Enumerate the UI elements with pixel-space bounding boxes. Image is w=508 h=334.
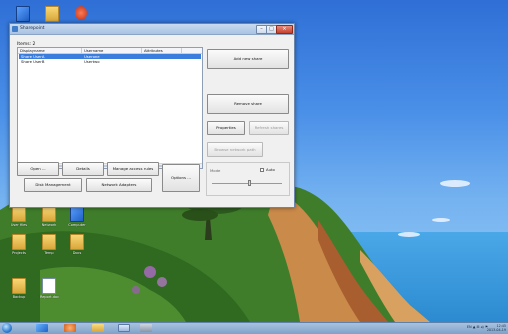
folder-icon bbox=[42, 206, 56, 222]
refresh-shares-button[interactable]: Refresh shares bbox=[249, 121, 289, 135]
column-header-attributes[interactable]: Attributes bbox=[142, 48, 182, 53]
clock[interactable]: 12:45 2013-04-19 bbox=[487, 324, 506, 332]
list-row[interactable]: Share UserB Usertwo bbox=[19, 59, 201, 64]
open-button[interactable]: Open ... bbox=[17, 162, 59, 176]
disk-management-button[interactable]: Disk Management bbox=[24, 178, 82, 192]
slider-track[interactable] bbox=[212, 183, 282, 184]
app-icon bbox=[12, 26, 18, 32]
desktop-icon[interactable] bbox=[72, 6, 90, 21]
slider-thumb[interactable] bbox=[248, 180, 251, 186]
manage-access-button[interactable]: Manage access rules bbox=[107, 162, 159, 176]
desktop-icon[interactable]: Docs bbox=[68, 234, 86, 255]
folder-icon bbox=[42, 234, 56, 250]
clock-date: 2013-04-19 bbox=[486, 328, 506, 332]
column-header-username[interactable]: Username bbox=[82, 48, 142, 53]
desktop-icon[interactable]: Backup bbox=[10, 278, 28, 299]
options-button[interactable]: Options ... bbox=[162, 164, 200, 192]
desktop-icon[interactable]: Computer bbox=[68, 206, 86, 227]
window-titlebar[interactable]: Sharepoint – □ × bbox=[10, 24, 294, 35]
auto-checkbox-label: Auto bbox=[266, 167, 275, 172]
folder-icon bbox=[12, 206, 26, 222]
row-displayname: Share UserB bbox=[21, 59, 45, 64]
desktop-icon[interactable]: Projects bbox=[10, 234, 28, 255]
start-button[interactable] bbox=[2, 323, 12, 333]
folder-icon bbox=[70, 234, 84, 250]
taskbar-app-explorer[interactable] bbox=[92, 324, 104, 332]
desktop-icon[interactable]: Report.doc bbox=[40, 278, 60, 299]
computer-icon bbox=[70, 206, 84, 222]
folder-icon bbox=[12, 278, 26, 294]
taskbar-app-sharepoint[interactable] bbox=[118, 324, 130, 332]
desktop-icon-label: User files bbox=[10, 223, 28, 227]
window-title: Sharepoint bbox=[20, 26, 45, 31]
add-share-button[interactable]: Add new share bbox=[207, 49, 289, 69]
details-button[interactable]: Details bbox=[62, 162, 104, 176]
desktop-icon-label: Network bbox=[41, 223, 57, 227]
desktop-icon-label: Docs bbox=[72, 251, 82, 255]
desktop-icon[interactable]: Temp bbox=[40, 234, 58, 255]
app-window: Sharepoint – □ × Items: 2 Displayname Us… bbox=[9, 23, 295, 208]
folder-icon bbox=[45, 6, 59, 22]
document-icon bbox=[42, 278, 56, 294]
desktop-icon[interactable] bbox=[14, 6, 32, 23]
desktop-icon-label: Temp bbox=[44, 251, 54, 255]
properties-button[interactable]: Properties bbox=[207, 121, 245, 135]
desktop-icon-label: Computer bbox=[68, 223, 86, 227]
auto-checkbox[interactable] bbox=[260, 168, 264, 172]
desktop-icon[interactable]: Network bbox=[40, 206, 58, 227]
window-client-area: Items: 2 Displayname Username Attributes… bbox=[10, 35, 294, 207]
desktop-icon-label: Backup bbox=[12, 295, 26, 299]
remove-share-button[interactable]: Remove share bbox=[207, 94, 289, 114]
network-adapters-button[interactable]: Network Adapters bbox=[86, 178, 152, 192]
app-icon bbox=[16, 6, 30, 22]
desktop-icon[interactable]: User files bbox=[10, 206, 28, 227]
share-list[interactable]: Displayname Username Attributes Share Us… bbox=[17, 47, 203, 169]
system-tray[interactable]: EN ▲ ⊞ ◂) ⚑ bbox=[467, 325, 488, 329]
taskbar-app-media[interactable] bbox=[64, 324, 76, 332]
column-header-displayname[interactable]: Displayname bbox=[18, 48, 82, 53]
browse-network-button[interactable]: Browse network path bbox=[207, 142, 263, 157]
row-username: Usertwo bbox=[84, 59, 100, 64]
desktop-icon[interactable] bbox=[43, 6, 61, 23]
folder-icon bbox=[12, 234, 26, 250]
desktop-icon-label: Projects bbox=[12, 251, 26, 255]
mode-label: Mode bbox=[210, 168, 221, 173]
taskbar-app-tool[interactable] bbox=[140, 324, 152, 332]
media-icon bbox=[75, 6, 87, 20]
taskbar-app-ie[interactable] bbox=[36, 324, 48, 332]
close-button[interactable]: × bbox=[276, 25, 293, 34]
desktop-icon-label: Report.doc bbox=[40, 295, 60, 299]
taskbar: EN ▲ ⊞ ◂) ⚑ 12:45 2013-04-19 bbox=[0, 322, 508, 334]
